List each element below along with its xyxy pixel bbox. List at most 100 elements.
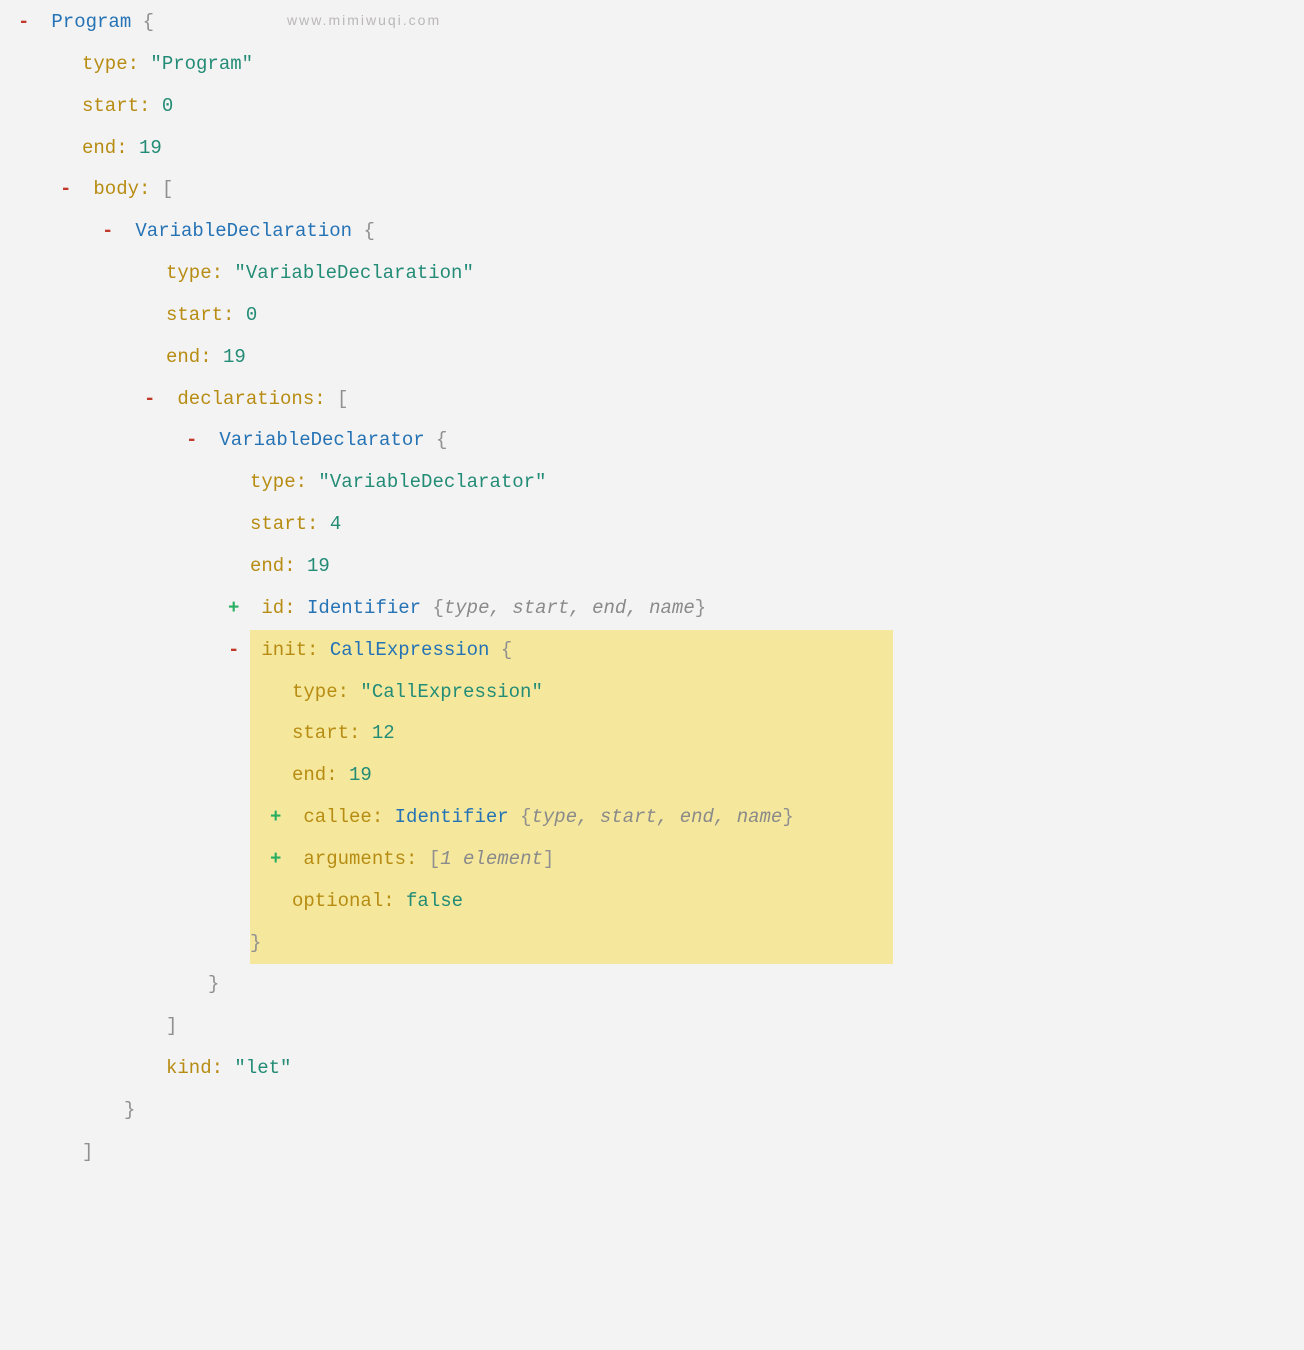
label-end: end bbox=[166, 346, 200, 368]
bracket-char: ] bbox=[82, 1141, 93, 1163]
vardeclarator-body: type: "VariableDeclarator" start: 4 end:… bbox=[208, 462, 1304, 964]
value-type: "Program" bbox=[150, 53, 253, 75]
brace-char: { bbox=[501, 639, 512, 661]
program-body: type: "Program" start: 0 end: 19 - body:… bbox=[40, 44, 1304, 1174]
colon: : bbox=[284, 597, 295, 619]
label-end: end bbox=[250, 555, 284, 577]
expand-icon[interactable]: + bbox=[270, 849, 292, 871]
field-start: start: 0 bbox=[82, 86, 1304, 128]
label-type: type bbox=[82, 53, 128, 75]
value-end: 19 bbox=[139, 137, 162, 159]
collapse-icon[interactable]: - bbox=[144, 389, 166, 411]
brace-char: { bbox=[520, 806, 531, 828]
ast-viewer: www.mimiwuqi.com - Program { type: "Prog… bbox=[0, 0, 1304, 1204]
vardeclarator-brace-close: } bbox=[208, 964, 1304, 1006]
value-start: 12 bbox=[372, 722, 395, 744]
colon: : bbox=[128, 53, 139, 75]
value-type: "CallExpression" bbox=[360, 681, 542, 703]
colon: : bbox=[314, 388, 325, 410]
colon: : bbox=[326, 764, 337, 786]
body-bracket-close: ] bbox=[82, 1132, 1304, 1174]
node-program: - Program { type: "Program" start: 0 end… bbox=[0, 2, 1304, 1174]
bracket-char: [ bbox=[429, 848, 440, 870]
label-id: id bbox=[261, 597, 284, 619]
id-type: Identifier bbox=[307, 597, 421, 619]
field-kind: kind: "let" bbox=[166, 1048, 1304, 1090]
label-start: start bbox=[250, 513, 307, 535]
colon: : bbox=[406, 848, 417, 870]
node-init-highlight: - init: CallExpression { type: "CallExpr… bbox=[250, 630, 893, 965]
collapse-icon[interactable]: - bbox=[18, 12, 40, 34]
colon: : bbox=[383, 890, 394, 912]
label-start: start bbox=[82, 95, 139, 117]
field-end: end: 19 bbox=[166, 337, 1304, 379]
field-start: start: 12 bbox=[292, 713, 885, 755]
field-callee[interactable]: + callee: Identifier {type, start, end, … bbox=[292, 797, 885, 839]
colon: : bbox=[223, 304, 234, 326]
vardecl-brace-close: } bbox=[124, 1090, 1304, 1132]
collapse-icon[interactable]: - bbox=[102, 221, 124, 243]
colon: : bbox=[372, 806, 383, 828]
brace-char: } bbox=[124, 1099, 135, 1121]
colon: : bbox=[139, 95, 150, 117]
label-kind: kind bbox=[166, 1057, 212, 1079]
node-vardeclarator: - VariableDeclarator { type: "VariableDe… bbox=[166, 420, 1304, 1006]
bracket-char: ] bbox=[166, 1015, 177, 1037]
bracket-char: ] bbox=[543, 848, 554, 870]
colon: : bbox=[338, 681, 349, 703]
field-declarations[interactable]: - declarations: [ bbox=[166, 379, 1304, 421]
value-optional: false bbox=[406, 890, 463, 912]
init-brace-close: } bbox=[250, 923, 885, 965]
label-end: end bbox=[292, 764, 326, 786]
field-id[interactable]: + id: Identifier {type, start, end, name… bbox=[250, 588, 1304, 630]
value-end: 19 bbox=[223, 346, 246, 368]
value-start: 0 bbox=[246, 304, 257, 326]
collapse-icon[interactable]: - bbox=[228, 640, 250, 662]
label-type: type bbox=[166, 262, 212, 284]
field-arguments[interactable]: + arguments: [1 element] bbox=[292, 839, 885, 881]
field-init[interactable]: - init: CallExpression { bbox=[250, 630, 885, 672]
collapse-icon[interactable]: - bbox=[186, 430, 208, 452]
brace-char: } bbox=[208, 973, 219, 995]
value-end: 19 bbox=[349, 764, 372, 786]
colon: : bbox=[296, 471, 307, 493]
field-body[interactable]: - body: [ bbox=[82, 169, 1304, 211]
vardeclarator-header[interactable]: - VariableDeclarator { bbox=[208, 420, 1304, 462]
vardecl-header[interactable]: - VariableDeclaration { bbox=[124, 211, 1304, 253]
colon: : bbox=[349, 722, 360, 744]
value-type: "VariableDeclaration" bbox=[234, 262, 473, 284]
vardecl-body: type: "VariableDeclaration" start: 0 end… bbox=[124, 253, 1304, 1090]
value-kind: "let" bbox=[234, 1057, 291, 1079]
type-name-vardecl: VariableDeclaration bbox=[135, 220, 352, 242]
field-end: end: 19 bbox=[250, 546, 1304, 588]
bracket-char: [ bbox=[337, 388, 348, 410]
colon: : bbox=[284, 555, 295, 577]
declarations-bracket-close: ] bbox=[124, 1006, 1304, 1048]
label-type: type bbox=[292, 681, 338, 703]
colon: : bbox=[212, 1057, 223, 1079]
brace-char: } bbox=[250, 932, 261, 954]
brace-char: { bbox=[363, 220, 374, 242]
colon: : bbox=[212, 262, 223, 284]
colon: : bbox=[200, 346, 211, 368]
label-optional: optional bbox=[292, 890, 383, 912]
label-body: body bbox=[93, 178, 139, 200]
label-declarations: declarations bbox=[177, 388, 314, 410]
field-type: type: "Program" bbox=[82, 44, 1304, 86]
colon: : bbox=[139, 178, 150, 200]
value-start: 4 bbox=[330, 513, 341, 535]
callee-type: Identifier bbox=[395, 806, 509, 828]
label-end: end bbox=[82, 137, 116, 159]
id-summary: type, start, end, name bbox=[444, 597, 695, 619]
field-type: type: "VariableDeclaration" bbox=[166, 253, 1304, 295]
collapse-icon[interactable]: - bbox=[60, 179, 82, 201]
brace-char: } bbox=[782, 806, 793, 828]
field-start: start: 4 bbox=[250, 504, 1304, 546]
expand-icon[interactable]: + bbox=[270, 807, 292, 829]
callee-summary: type, start, end, name bbox=[531, 806, 782, 828]
args-summary: 1 element bbox=[440, 848, 543, 870]
value-start: 0 bbox=[162, 95, 173, 117]
expand-icon[interactable]: + bbox=[228, 598, 250, 620]
label-type: type bbox=[250, 471, 296, 493]
program-header[interactable]: - Program { bbox=[40, 2, 1304, 44]
